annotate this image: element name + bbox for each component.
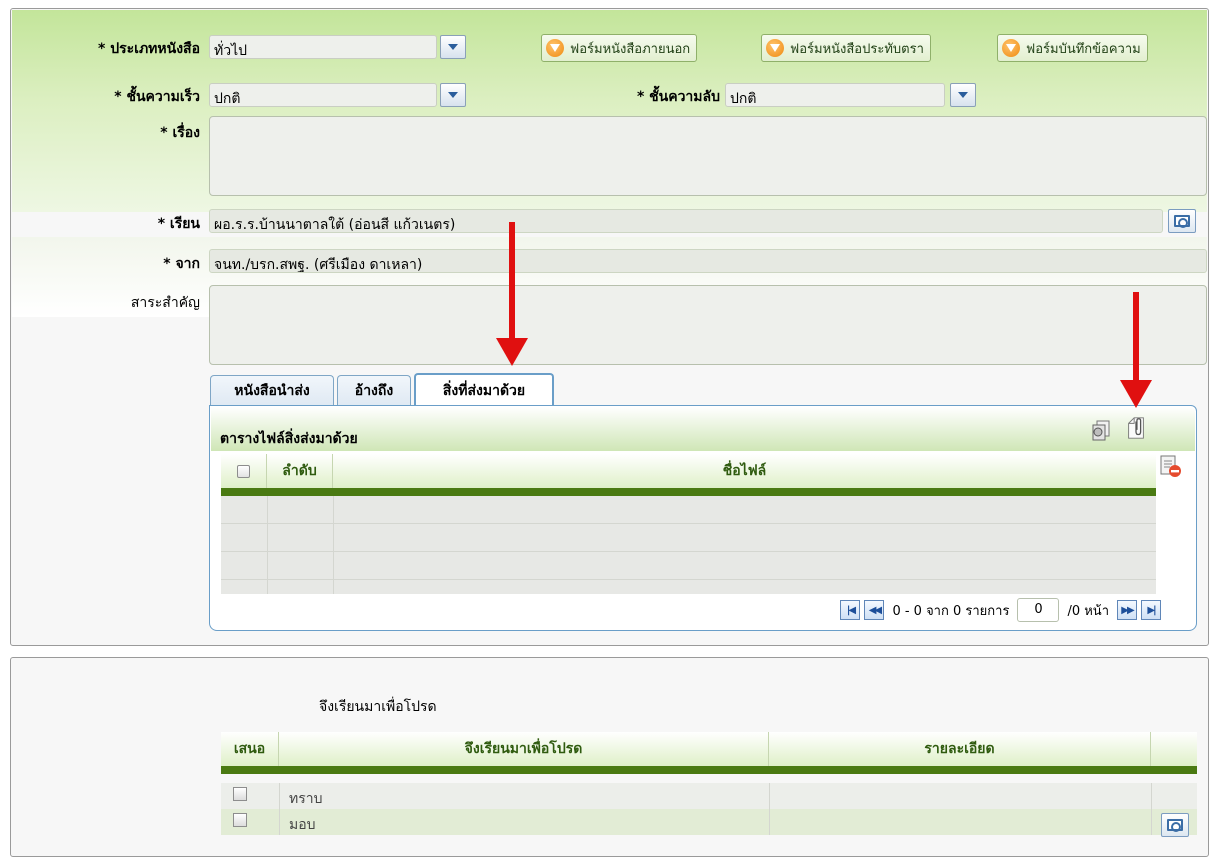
page-number-input[interactable]: 0 xyxy=(1017,598,1060,622)
assign-lookup-button[interactable] xyxy=(1161,813,1189,837)
assign-label: มอบ xyxy=(289,817,316,833)
doc-type-dropdown-button[interactable] xyxy=(440,35,466,59)
subject-label: * เรื่อง xyxy=(160,125,200,141)
column-divider xyxy=(1151,809,1152,835)
memo-form-label: ฟอร์มบันทึกข้อความ xyxy=(1026,41,1141,57)
to-field[interactable]: ผอ.ร.ร.บ้านนาตาลใต้ (อ่อนสี แก้วเนตร) xyxy=(209,209,1163,233)
tab-reference[interactable]: อ้างถึง xyxy=(337,375,411,406)
tab-cover-letter[interactable]: หนังสือนำส่ง xyxy=(210,375,334,406)
column-divider xyxy=(333,496,334,594)
enclosures-table-title: ตารางไฟล์สิ่งส่งมาด้วย xyxy=(220,431,358,447)
closing-panel: จึงเรียนมาเพื่อโปรด เสนอ จึงเรียนมาเพื่อ… xyxy=(10,657,1209,857)
enclosures-title-band xyxy=(211,407,1195,451)
download-arrow-icon xyxy=(766,39,784,57)
to-label: * เรียน xyxy=(157,216,200,232)
summary-label: สาระสำคัญ xyxy=(130,295,200,311)
column-divider xyxy=(279,809,280,835)
col-extra-header xyxy=(1151,732,1197,766)
pagination: |◀ ◀◀ 0 - 0 จาก 0 รายการ 0 /0 หน้า ▶▶ ▶| xyxy=(840,597,1161,623)
next-page-icon[interactable]: ▶▶ xyxy=(1117,600,1137,620)
delete-rows-icon[interactable] xyxy=(1158,454,1182,478)
memo-form-button[interactable]: ฟอร์มบันทึกข้อความ xyxy=(997,34,1148,62)
pager-total: /0 หน้า xyxy=(1067,603,1109,619)
doc-type-select[interactable]: ทั่วไป xyxy=(209,35,437,59)
summary-textarea[interactable] xyxy=(209,285,1207,365)
speed-dropdown-button[interactable] xyxy=(440,83,466,107)
subject-textarea[interactable] xyxy=(209,116,1207,196)
closing-grid-header: เสนอ จึงเรียนมาเพื่อโปรด รายละเอียด xyxy=(221,732,1197,774)
column-divider xyxy=(769,783,770,809)
acknowledge-checkbox[interactable] xyxy=(233,787,247,801)
copy-files-icon[interactable] xyxy=(1089,418,1113,442)
secret-dropdown-button[interactable] xyxy=(950,83,976,107)
col-filename-header: ชื่อไฟล์ xyxy=(722,463,767,479)
enclosures-grid-header: ลำดับ ชื่อไฟล์ xyxy=(221,454,1156,496)
enclosures-grid: ลำดับ ชื่อไฟล์ xyxy=(221,454,1156,594)
external-letter-form-button[interactable]: ฟอร์มหนังสือภายนอก xyxy=(541,34,698,62)
col-action-header: จึงเรียนมาเพื่อโปรด xyxy=(279,732,769,766)
col-propose-header: เสนอ xyxy=(221,732,279,766)
table-row xyxy=(221,524,1156,552)
column-divider xyxy=(279,783,280,809)
from-label: * จาก xyxy=(163,256,200,272)
chevron-down-icon xyxy=(448,44,458,50)
speed-select[interactable]: ปกติ xyxy=(209,83,437,107)
chevron-down-icon xyxy=(958,92,968,98)
acknowledge-label: ทราบ xyxy=(289,791,323,807)
column-divider xyxy=(769,809,770,835)
doc-type-label: * ประเภทหนังสือ xyxy=(98,41,200,57)
stamp-letter-form-button[interactable]: ฟอร์มหนังสือประทับตรา xyxy=(761,34,931,62)
col-detail-header: รายละเอียด xyxy=(769,732,1151,766)
tab-enclosures[interactable]: สิ่งที่ส่งมาด้วย xyxy=(414,373,554,406)
table-row xyxy=(221,552,1156,580)
enclosures-tab-panel: ตารางไฟล์สิ่งส่งมาด้วย ลำดับ ชื่อไฟล์ |◀… xyxy=(209,405,1197,631)
closing-heading: จึงเรียนมาเพื่อโปรด xyxy=(319,699,437,715)
secret-select[interactable]: ปกติ xyxy=(725,83,945,107)
download-arrow-icon xyxy=(1002,39,1020,57)
table-row xyxy=(221,496,1156,524)
column-divider xyxy=(1151,783,1152,809)
from-field[interactable]: จนท./บรก.สพฐ. (ศรีเมือง ดาเหลา) xyxy=(209,249,1207,273)
last-page-icon[interactable]: ▶| xyxy=(1141,600,1161,620)
stamp-letter-form-label: ฟอร์มหนังสือประทับตรา xyxy=(790,41,924,57)
external-letter-form-label: ฟอร์มหนังสือภายนอก xyxy=(570,41,691,57)
search-icon xyxy=(1174,215,1190,228)
speed-label: * ชั้นความเร็ว xyxy=(114,89,200,105)
download-arrow-icon xyxy=(546,39,564,57)
assign-checkbox[interactable] xyxy=(233,813,247,827)
secret-label: * ชั้นความลับ xyxy=(636,89,720,105)
column-divider xyxy=(267,496,268,594)
prev-page-icon[interactable]: ◀◀ xyxy=(864,600,885,620)
chevron-down-icon xyxy=(448,92,458,98)
attach-file-icon[interactable] xyxy=(1124,416,1148,440)
col-order-header: ลำดับ xyxy=(267,454,333,488)
list-item: ทราบ xyxy=(221,783,1197,809)
pager-range: 0 - 0 จาก 0 รายการ xyxy=(892,603,1010,619)
select-all-checkbox[interactable] xyxy=(237,464,250,478)
list-item: มอบ xyxy=(221,809,1197,837)
to-lookup-button[interactable] xyxy=(1168,209,1196,233)
search-icon xyxy=(1167,819,1183,832)
first-page-icon[interactable]: |◀ xyxy=(840,600,861,620)
select-all-cell xyxy=(221,454,267,488)
